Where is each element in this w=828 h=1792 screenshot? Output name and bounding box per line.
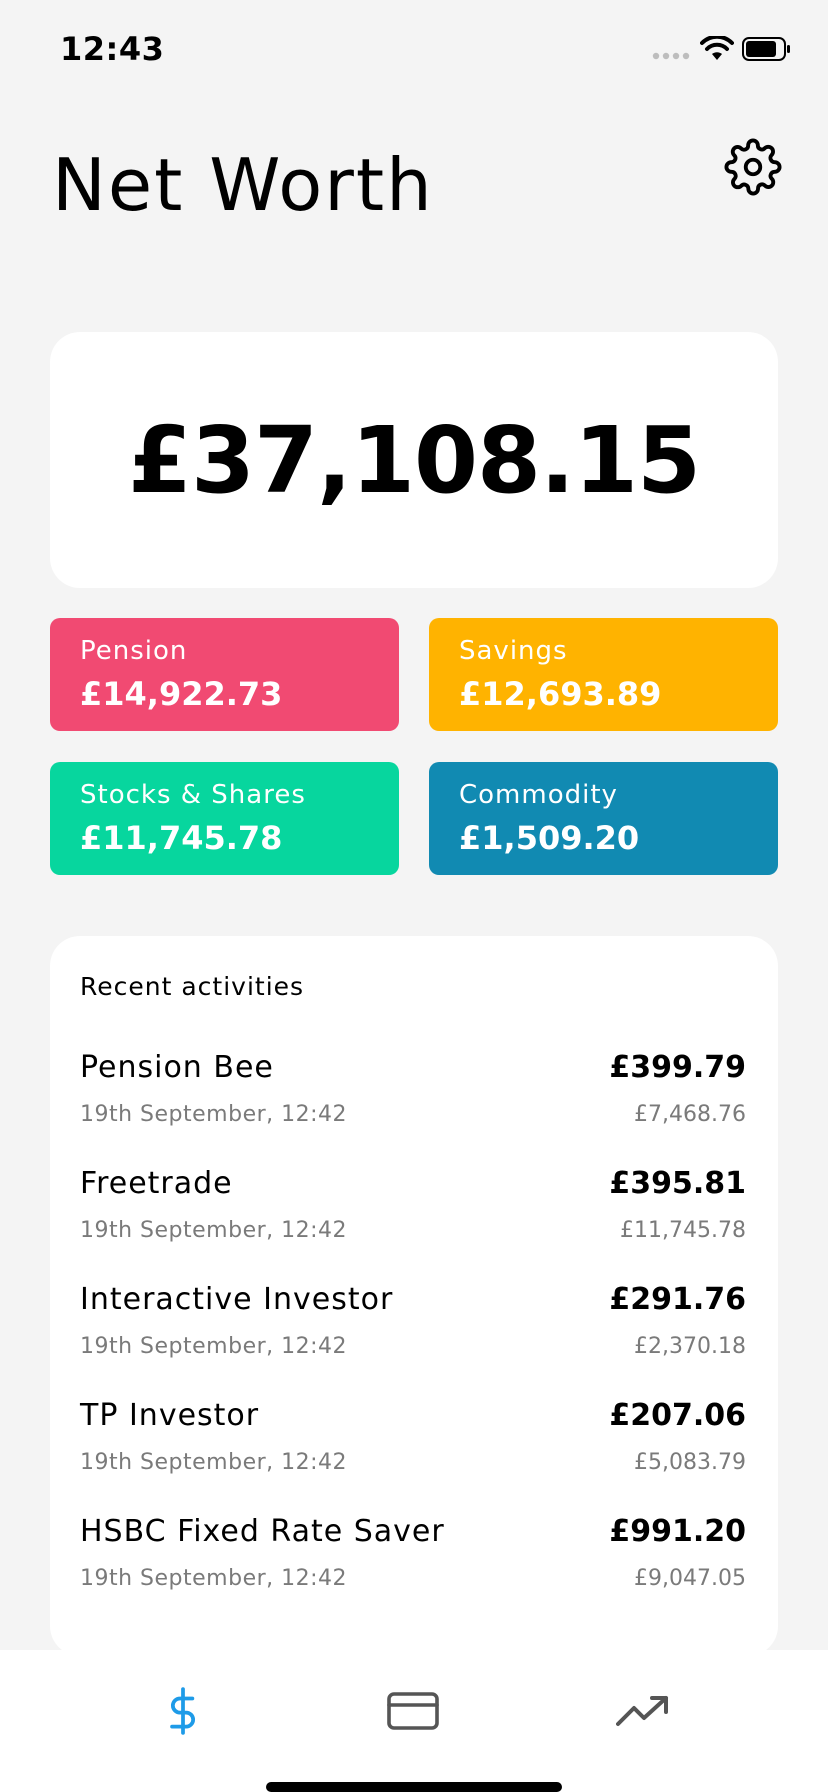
category-label: Savings (459, 636, 568, 666)
activity-amount: £399.79 (609, 1050, 746, 1085)
home-indicator (266, 1782, 562, 1792)
activity-date: 19th September, 12:42 (80, 1102, 348, 1127)
activity-balance: £11,745.78 (620, 1218, 746, 1243)
activity-item[interactable]: Freetrade £395.81 19th September, 12:42 … (80, 1164, 746, 1280)
status-bar: 12:43 (0, 0, 828, 100)
status-time: 12:43 (60, 30, 165, 68)
activity-date: 19th September, 12:42 (80, 1218, 348, 1243)
cellular-signal-icon (652, 52, 690, 60)
category-label: Stocks & Shares (80, 780, 306, 810)
activity-name: HSBC Fixed Rate Saver (80, 1514, 445, 1549)
net-worth-screen: 12:43 Net Worth £37,108.15 Pension £14,9… (0, 0, 828, 1792)
category-tile-stocks-shares[interactable]: Stocks & Shares £11,745.78 (50, 762, 399, 875)
activity-balance: £7,468.76 (634, 1102, 746, 1127)
activity-amount: £207.06 (609, 1398, 746, 1433)
activity-amount: £291.76 (609, 1282, 746, 1317)
total-net-worth: £37,108.15 (127, 406, 701, 514)
activity-name: Interactive Investor (80, 1282, 394, 1317)
trending-up-icon (616, 1696, 668, 1726)
activity-name: Pension Bee (80, 1050, 274, 1085)
credit-card-icon (387, 1692, 439, 1730)
page-title: Net Worth (52, 143, 434, 227)
total-card: £37,108.15 (50, 332, 778, 588)
activity-item[interactable]: Pension Bee £399.79 19th September, 12:4… (80, 1048, 746, 1164)
wifi-icon (700, 36, 734, 60)
activity-list: Pension Bee £399.79 19th September, 12:4… (80, 1048, 746, 1628)
activity-name: Freetrade (80, 1166, 233, 1201)
tab-trends[interactable] (603, 1676, 683, 1746)
activity-balance: £2,370.18 (634, 1334, 746, 1359)
tab-net-worth[interactable] (143, 1676, 223, 1746)
category-value: £1,509.20 (459, 819, 640, 857)
activity-amount: £395.81 (609, 1166, 746, 1201)
gear-icon (724, 138, 782, 196)
recent-activities-title: Recent activities (80, 972, 305, 1001)
activity-name: TP Investor (80, 1398, 260, 1433)
category-value: £14,922.73 (80, 675, 283, 713)
activity-date: 19th September, 12:42 (80, 1334, 348, 1359)
category-value: £11,745.78 (80, 819, 283, 857)
tab-bar (0, 1650, 828, 1792)
settings-button[interactable] (724, 138, 782, 196)
activity-item[interactable]: TP Investor £207.06 19th September, 12:4… (80, 1396, 746, 1512)
activity-item[interactable]: Interactive Investor £291.76 19th Septem… (80, 1280, 746, 1396)
category-tile-pension[interactable]: Pension £14,922.73 (50, 618, 399, 731)
activity-item[interactable]: HSBC Fixed Rate Saver £991.20 19th Septe… (80, 1512, 746, 1628)
tab-cards[interactable] (373, 1676, 453, 1746)
activity-date: 19th September, 12:42 (80, 1566, 348, 1591)
category-label: Pension (80, 636, 188, 666)
category-tile-commodity[interactable]: Commodity £1,509.20 (429, 762, 778, 875)
category-tile-savings[interactable]: Savings £12,693.89 (429, 618, 778, 731)
category-label: Commodity (459, 780, 618, 810)
activity-amount: £991.20 (609, 1514, 746, 1549)
activity-balance: £5,083.79 (634, 1450, 746, 1475)
battery-icon (742, 37, 790, 61)
dollar-icon (170, 1687, 196, 1735)
activity-date: 19th September, 12:42 (80, 1450, 348, 1475)
recent-activities-card: Recent activities Pension Bee £399.79 19… (50, 936, 778, 1656)
activity-balance: £9,047.05 (634, 1566, 746, 1591)
category-value: £12,693.89 (459, 675, 662, 713)
